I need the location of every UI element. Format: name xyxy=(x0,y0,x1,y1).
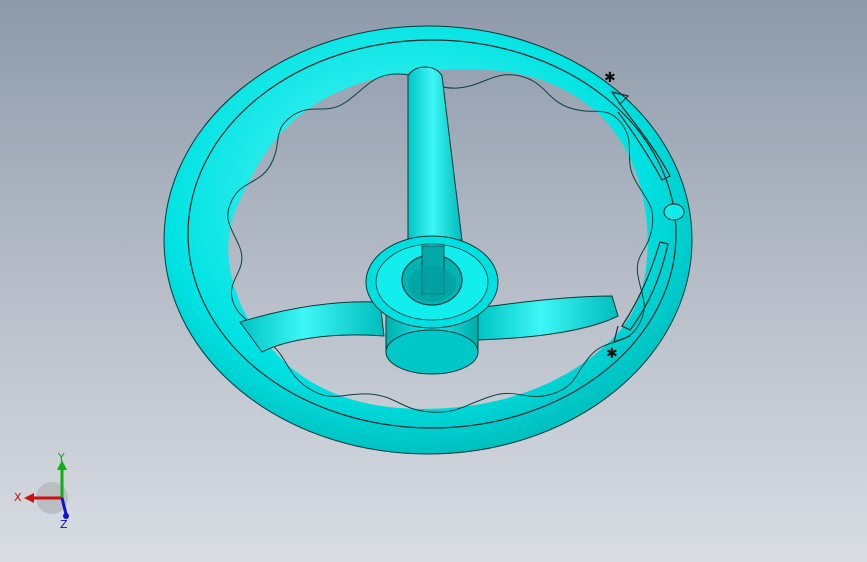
triad-label-x: X xyxy=(14,491,22,504)
x-arrow-icon xyxy=(24,493,34,503)
triad-label-z: Z xyxy=(60,518,68,531)
plus-sign-icon: ✱ xyxy=(606,346,618,362)
graphics-viewport[interactable]: ✱ ✱ Y X Z xyxy=(0,0,867,562)
bead-icon xyxy=(663,203,685,221)
handwheel-model[interactable]: ✱ ✱ xyxy=(163,25,693,455)
hub-bore-inner xyxy=(408,266,456,302)
hub-bottom xyxy=(385,329,479,375)
reference-triad[interactable]: Y X Z xyxy=(14,451,69,531)
minus-sign-icon: ✱ xyxy=(604,70,616,86)
triad-label-y: Y xyxy=(57,451,65,464)
